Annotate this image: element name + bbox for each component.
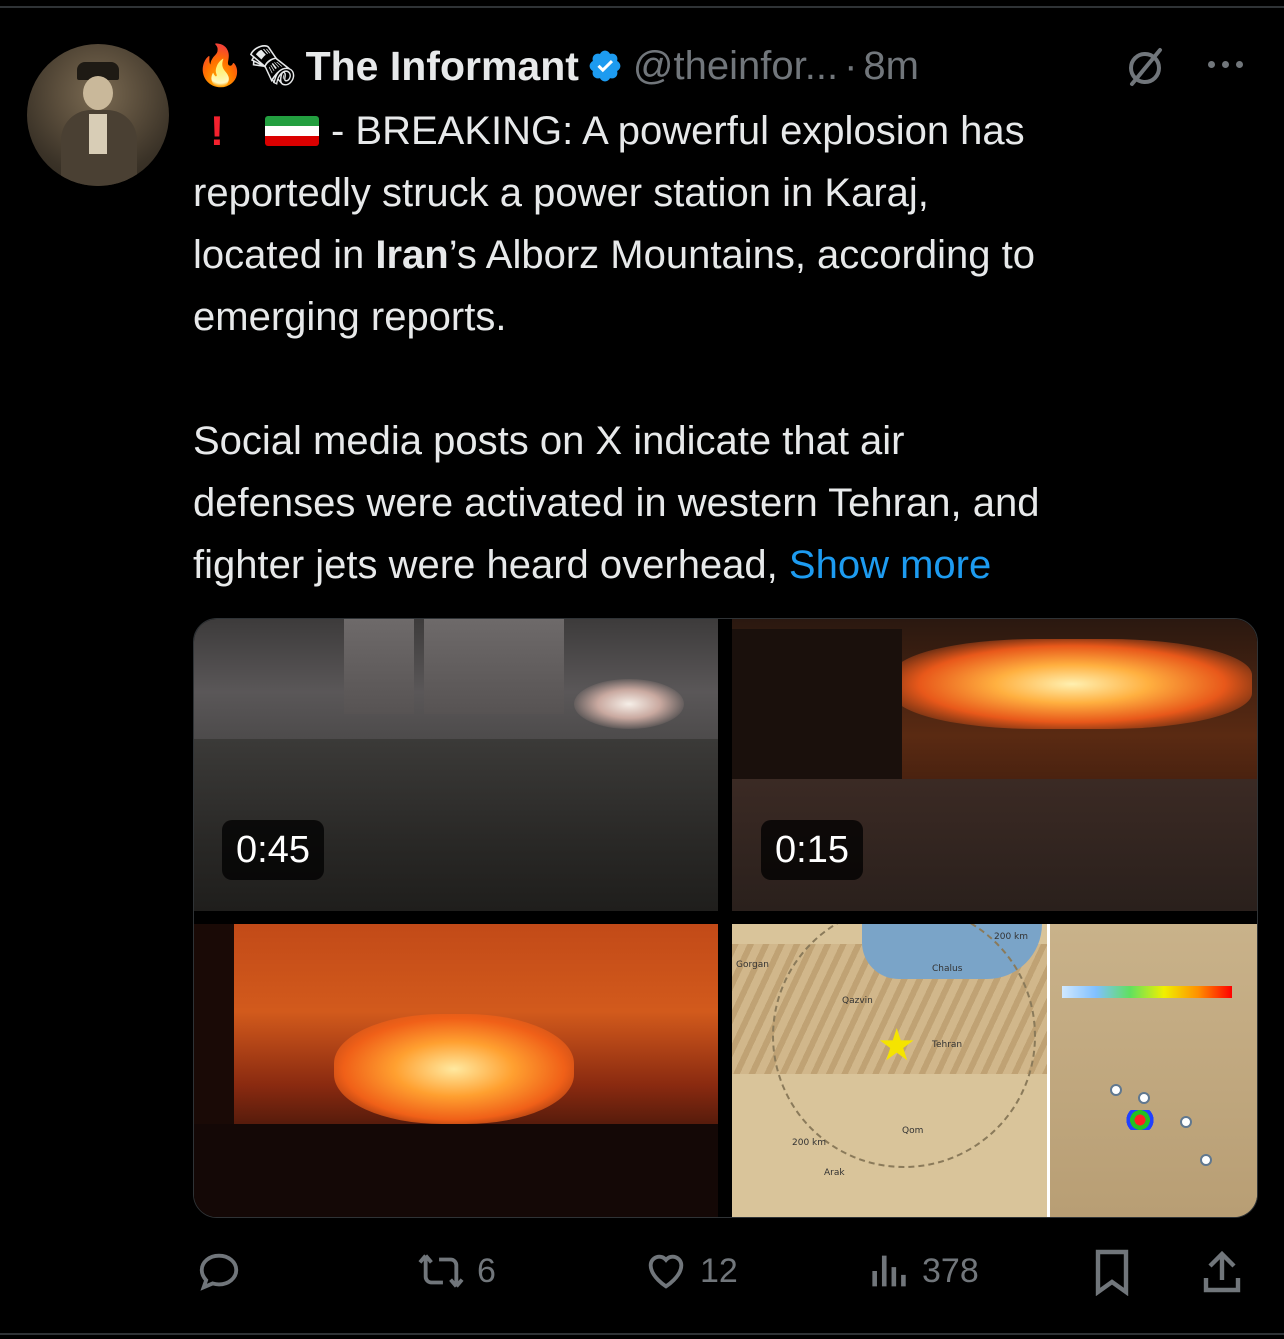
video-1-duration: 0:45 (222, 820, 324, 880)
map-label-qom: Qom (902, 1126, 924, 1136)
media-grid: ★ 200 km Chalus Qazvin Tehran Qom 200 km… (193, 618, 1258, 1218)
reply-icon (199, 1253, 239, 1291)
fire-emoji-icon: 🔥 (195, 44, 245, 88)
views-count: 378 (922, 1251, 979, 1290)
tweet-text: ! - BREAKING: A powerful explosion has r… (193, 100, 1253, 596)
map-label-qazvin: Qazvin (842, 996, 873, 1006)
author-handle[interactable]: @theinfor... (633, 44, 838, 89)
views-icon (872, 1255, 906, 1287)
map-label-distance-bottom: 200 km (792, 1138, 827, 1148)
top-divider (0, 6, 1284, 8)
map-label-distance-top: 200 km (994, 932, 1029, 942)
epicenter-star-icon: ★ (877, 1021, 917, 1070)
iran-flag-icon (265, 116, 319, 146)
grok-icon[interactable] (1122, 44, 1168, 90)
map-label-chalus: Chalus (932, 964, 963, 974)
share-button[interactable] (1200, 1248, 1244, 1296)
views-button[interactable]: 378 (868, 1248, 979, 1294)
tweet-paragraph-2-line-3: fighter jets were heard overhead, Show m… (193, 543, 992, 587)
author-display-name[interactable]: The Informant (306, 43, 579, 90)
bold-iran: Iran (375, 233, 449, 277)
repost-count: 6 (477, 1251, 496, 1290)
tweet-header: 🔥 🗞 The Informant @theinfor... · 8m (195, 38, 919, 94)
map-label-gorgan: Gorgan (736, 960, 769, 970)
repost-button[interactable]: 6 (415, 1248, 496, 1294)
more-options-icon[interactable] (1208, 56, 1252, 72)
exclamation-emoji-icon: ! (210, 107, 224, 154)
map-label-tehran: Tehran (932, 1040, 963, 1050)
tweet-paragraph-2-line-2: defenses were activated in western Tehra… (193, 481, 1040, 525)
share-icon (1203, 1250, 1241, 1293)
bookmark-button[interactable] (1090, 1248, 1134, 1296)
reply-button[interactable] (196, 1248, 252, 1294)
tweet-actions: 6 12 378 (0, 1240, 1284, 1300)
avatar[interactable] (27, 44, 169, 186)
like-button[interactable]: 12 (642, 1248, 738, 1294)
tweet-line-2: reportedly struck a power station in Kar… (193, 171, 929, 215)
timestamp[interactable]: 8m (863, 44, 919, 89)
photo-map[interactable]: ★ 200 km Chalus Qazvin Tehran Qom 200 km… (732, 924, 1257, 1217)
video-2-duration: 0:15 (761, 820, 863, 880)
repost-icon (418, 1254, 464, 1288)
map-color-legend (1062, 986, 1232, 998)
map-label-arak: Arak (824, 1168, 845, 1178)
like-count: 12 (700, 1251, 738, 1290)
tweet-line-3: located in Iran’s Alborz Mountains, acco… (193, 233, 1035, 277)
bookmark-icon (1095, 1249, 1129, 1296)
like-icon (648, 1254, 684, 1289)
separator-dot: · (844, 43, 858, 88)
photo-fire[interactable] (194, 924, 718, 1217)
tweet-line-1: - BREAKING: A powerful explosion has (331, 109, 1025, 153)
bottom-divider (0, 1333, 1284, 1335)
show-more-link[interactable]: Show more (789, 543, 991, 587)
newspaper-emoji-icon: 🗞 (246, 44, 298, 88)
quake-marker-icon (1125, 1110, 1155, 1130)
tweet-paragraph-2-line-1: Social media posts on X indicate that ai… (193, 419, 905, 463)
tweet-line-4: emerging reports. (193, 295, 507, 339)
verified-badge-icon[interactable] (587, 48, 623, 84)
